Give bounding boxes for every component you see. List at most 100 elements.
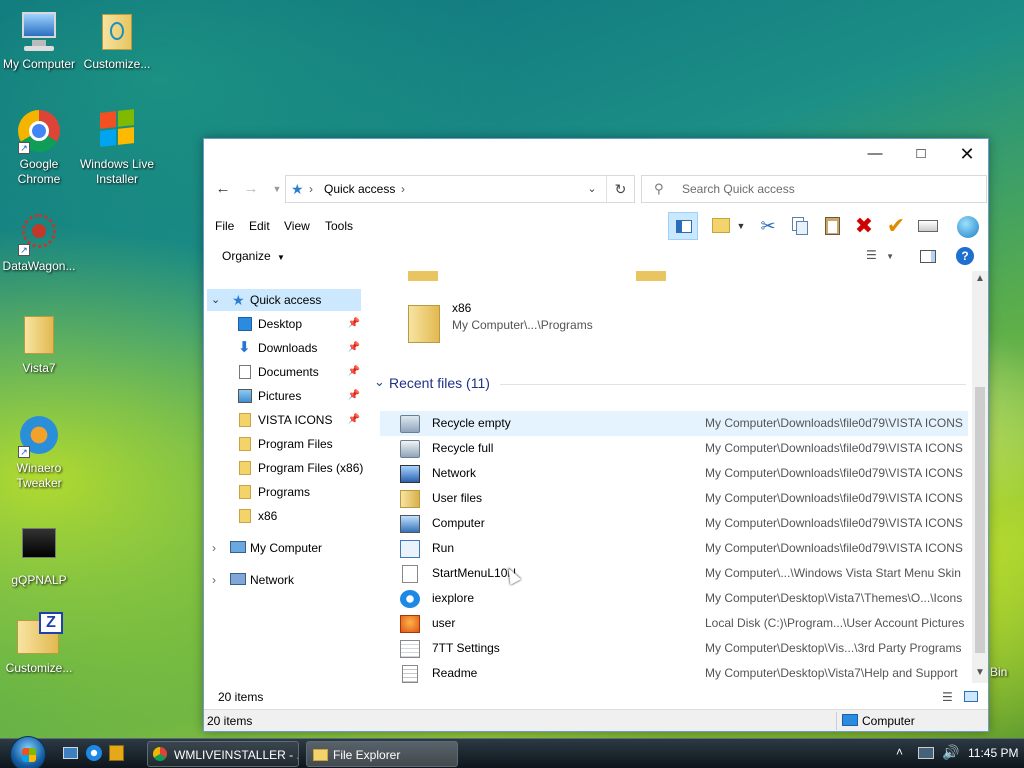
volume-tray-icon[interactable]: 🔊: [942, 744, 959, 761]
back-button[interactable]: ←: [212, 179, 234, 199]
properties-icon: [918, 220, 938, 232]
desktop-icon-google-chrome[interactable]: ↗ Google Chrome: [0, 108, 78, 187]
menu-edit[interactable]: Edit: [249, 219, 270, 233]
nav-item-program-files[interactable]: Program Files: [204, 433, 362, 455]
rename-toolbar-button[interactable]: ✔: [881, 212, 911, 240]
paste-toolbar-button[interactable]: [817, 212, 847, 240]
desktop-icon-winaero-tweaker[interactable]: ↗ Winaero Tweaker: [0, 412, 78, 491]
start-button[interactable]: [10, 736, 46, 768]
pictures-icon: [238, 389, 252, 403]
computer-icon: [400, 515, 420, 533]
scrollbar-thumb[interactable]: [975, 387, 985, 653]
close-button[interactable]: ✕: [944, 139, 990, 169]
file-row-7tt-settings[interactable]: 7TT Settings My Computer\Desktop\Vis...\…: [380, 636, 968, 661]
file-row-user-files[interactable]: User files My Computer\Downloads\file0d7…: [380, 486, 968, 511]
nav-item-programs[interactable]: Programs: [204, 481, 362, 503]
menu-tools[interactable]: Tools: [325, 219, 353, 233]
settings-file-icon: [400, 640, 420, 658]
black-app-icon: [16, 524, 62, 570]
pin-icon: 📌: [347, 414, 360, 425]
change-view-button[interactable]: ☰ ▼: [866, 248, 900, 262]
folder-icon: [313, 749, 328, 761]
vertical-scrollbar[interactable]: ▲ ▼: [972, 271, 988, 683]
address-dropdown-button[interactable]: ⌄: [582, 176, 602, 202]
refresh-button[interactable]: ↻: [606, 176, 634, 202]
scroll-down-arrow-icon[interactable]: ▼: [975, 667, 985, 678]
taskbar-item-file-explorer[interactable]: File Explorer: [306, 741, 458, 767]
nav-item-downloads[interactable]: ⬇ Downloads 📌: [204, 337, 362, 359]
file-row-recycle-full[interactable]: Recycle full My Computer\Downloads\file0…: [380, 436, 968, 461]
folder-icon: [239, 485, 251, 499]
file-row-run[interactable]: Run My Computer\Downloads\file0d79\VISTA…: [380, 536, 968, 561]
file-row-user[interactable]: user Local Disk (C:)\Program...\User Acc…: [380, 611, 968, 636]
nav-item-my-computer[interactable]: › My Computer: [204, 537, 362, 559]
folder-options-toolbar-button[interactable]: [706, 212, 736, 240]
shell-toolbar-button[interactable]: [953, 212, 983, 240]
file-row-recycle-empty[interactable]: Recycle empty My Computer\Downloads\file…: [380, 411, 968, 436]
folder-icon: [636, 271, 666, 281]
nav-item-desktop[interactable]: Desktop 📌: [204, 313, 362, 335]
windows-logo-icon: [94, 108, 140, 154]
desktop-icon-customize-2[interactable]: Z Customize...: [0, 612, 78, 676]
preview-pane-button[interactable]: [920, 250, 936, 263]
file-row-network[interactable]: Network My Computer\Downloads\file0d79\V…: [380, 461, 968, 486]
search-box[interactable]: ⚲ Search Quick access: [641, 175, 987, 203]
desktop-icon-datawagon[interactable]: ↗ DataWagon...: [0, 210, 78, 274]
file-row-iexplore[interactable]: iexplore My Computer\Desktop\Vista7\Them…: [380, 586, 968, 611]
desktop-recycle-bin-label[interactable]: Bin: [990, 665, 1007, 679]
nav-item-network[interactable]: › Network: [204, 569, 362, 591]
internet-explorer-icon: [400, 590, 420, 608]
delete-toolbar-button[interactable]: ✖: [849, 212, 879, 240]
taskbar-item-wmliveinstaller[interactable]: WMLIVEINSTALLER - ...: [147, 741, 299, 767]
desktop-icon-gqpnalp[interactable]: gQPNALP: [0, 524, 78, 588]
scroll-up-arrow-icon[interactable]: ▲: [975, 273, 985, 284]
organize-button[interactable]: Organize ▼: [222, 249, 285, 263]
details-view-button[interactable]: ☰: [942, 685, 953, 709]
computer-icon: [230, 541, 246, 553]
nav-item-x86[interactable]: x86: [204, 505, 362, 527]
chevron-down-icon: ▼: [277, 253, 285, 262]
folder-options-dropdown[interactable]: ▼: [734, 212, 748, 240]
large-icons-view-button[interactable]: [964, 691, 978, 702]
properties-toolbar-button[interactable]: [913, 212, 943, 240]
media-player-quicklaunch-icon[interactable]: [109, 745, 124, 761]
file-row-readme[interactable]: Readme My Computer\Desktop\Vista7\Help a…: [380, 661, 968, 683]
nav-item-program-files-x86[interactable]: Program Files (x86): [204, 457, 363, 479]
menu-bar: File Edit View Tools ▼ ✂ ✖ ✔: [204, 209, 988, 243]
show-desktop-quicklaunch-icon[interactable]: [63, 747, 78, 759]
settings-file-icon: [402, 565, 418, 583]
file-row-startmenul10n[interactable]: StartMenuL10N My Computer\...\Windows Vi…: [380, 561, 968, 586]
folder-icon: [16, 312, 62, 358]
minimize-button[interactable]: —: [852, 139, 898, 169]
shortcut-arrow-icon: ↗: [18, 446, 30, 458]
frequent-folder-x86[interactable]: x86 My Computer\...\Programs: [394, 299, 654, 349]
cut-toolbar-button[interactable]: ✂: [753, 212, 783, 240]
file-row-computer[interactable]: Computer My Computer\Downloads\file0d79\…: [380, 511, 968, 536]
maximize-button[interactable]: □: [898, 139, 944, 169]
nav-item-vista-icons[interactable]: VISTA ICONS 📌: [204, 409, 362, 431]
menu-file[interactable]: File: [215, 219, 234, 233]
user-folder-icon: [400, 490, 420, 508]
desktop-icon-windows-live-installer[interactable]: Windows Live Installer: [78, 108, 156, 187]
nav-item-pictures[interactable]: Pictures 📌: [204, 385, 362, 407]
internet-explorer-quicklaunch-icon[interactable]: [86, 745, 102, 761]
desktop-icon-vista7[interactable]: Vista7: [0, 312, 78, 376]
network-tray-icon[interactable]: [918, 747, 934, 759]
search-icon: ⚲: [654, 181, 664, 196]
menu-view[interactable]: View: [284, 219, 310, 233]
search-input[interactable]: Search Quick access: [682, 176, 795, 202]
desktop-icon-my-computer[interactable]: My Computer: [0, 8, 78, 72]
preview-pane-toolbar-button[interactable]: [668, 212, 698, 240]
title-bar[interactable]: — □ ✕: [204, 139, 988, 169]
breadcrumb-quick-access[interactable]: Quick access: [324, 176, 395, 202]
forward-button[interactable]: →: [240, 179, 262, 199]
copy-toolbar-button[interactable]: [785, 212, 815, 240]
recent-files-header[interactable]: ⌄ Recent files (11): [374, 373, 970, 393]
show-hidden-icons-icon[interactable]: ˄: [896, 745, 903, 759]
help-button[interactable]: ?: [956, 247, 974, 265]
nav-quick-access[interactable]: ⌄ ★ Quick access: [207, 289, 361, 311]
nav-item-documents[interactable]: Documents 📌: [204, 361, 362, 383]
address-bar[interactable]: ★ › Quick access › ⌄ ↻: [285, 175, 635, 203]
desktop-icon-customize-1[interactable]: Customize...: [78, 8, 156, 72]
clock[interactable]: 11:45 PM: [968, 746, 1018, 760]
